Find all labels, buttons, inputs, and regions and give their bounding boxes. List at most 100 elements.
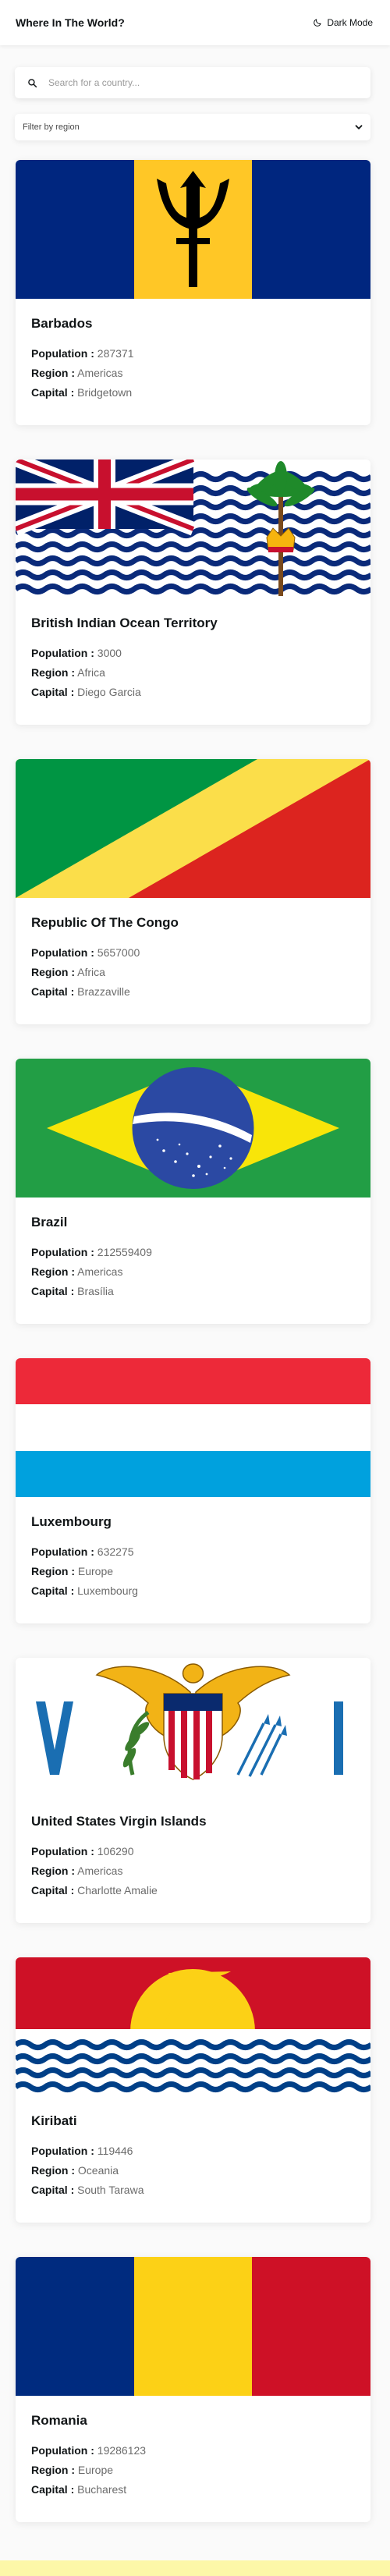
country-name: United States Virgin Islands <box>31 1814 207 1829</box>
region-value: Oceania <box>77 2164 119 2177</box>
capital-row: Capital : Bucharest <box>31 2480 355 2500</box>
region-row: Region : Africa <box>31 663 355 683</box>
population-label: Population : <box>31 1545 94 1559</box>
region-value: Africa <box>77 966 105 979</box>
country-info: Brazil Population : 212559409 Region : Ame… <box>16 1198 370 1301</box>
population-label: Population : <box>31 1246 94 1259</box>
capital-row: Capital : Diego Garcia <box>31 683 355 702</box>
country-card[interactable]: British Indian Ocean Territory Population… <box>16 459 370 725</box>
country-card[interactable]: United States Virgin Islands Population :… <box>16 1658 370 1923</box>
population-row: Population : 287371 <box>31 344 355 364</box>
population-label: Population : <box>31 647 94 660</box>
country-info: Luxembourg Population : 632275 Region : Eu… <box>16 1497 370 1601</box>
population-value: 5657000 <box>97 946 140 960</box>
country-info: Romania Population : 19286123 Region : Eur… <box>16 2396 370 2500</box>
country-info: Barbados Population : 287371 Region : Amer… <box>16 299 370 403</box>
capital-label: Capital : <box>31 2184 75 2197</box>
population-row: Population : 19286123 <box>31 2441 355 2461</box>
capital-value: Diego Garcia <box>77 686 141 699</box>
region-value: Americas <box>77 1865 123 1878</box>
country-card[interactable]: Kiribati Population : 119446 Region : Ocea… <box>16 1957 370 2223</box>
capital-value: Brazzaville <box>77 985 130 999</box>
region-row: Region : Europe <box>31 1562 355 1581</box>
country-card[interactable]: Republic Of The Congo Population : 565700… <box>16 759 370 1024</box>
region-label: Region : <box>31 1565 75 1578</box>
country-info: United States Virgin Islands Population :… <box>16 1797 370 1900</box>
country-name: Luxembourg <box>31 1514 112 1529</box>
region-row: Region : Oceania <box>31 2161 355 2180</box>
app-title: Where In The World? <box>16 16 125 29</box>
usvi-flag-image <box>16 1658 370 1797</box>
population-row: Population : 212559409 <box>31 1243 355 1262</box>
population-value: 119446 <box>97 2145 133 2158</box>
kiribati-flag-image <box>16 1957 370 2096</box>
capital-row: Capital : Bridgetown <box>31 383 355 403</box>
country-info: Republic Of The Congo Population : 565700… <box>16 898 370 1002</box>
region-label: Region : <box>31 2464 75 2477</box>
region-row: Region : Americas <box>31 1262 355 1282</box>
capital-label: Capital : <box>31 1285 75 1298</box>
population-row: Population : 119446 <box>31 2141 355 2161</box>
country-info: British Indian Ocean Territory Population… <box>16 598 370 702</box>
chevron-down-icon <box>355 125 363 130</box>
population-value: 19286123 <box>97 2444 147 2457</box>
luxembourg-flag-image <box>16 1358 370 1497</box>
country-name: British Indian Ocean Territory <box>31 616 218 630</box>
population-value: 212559409 <box>97 1246 152 1259</box>
capital-row: Capital : Luxembourg <box>31 1581 355 1601</box>
search-input[interactable] <box>48 77 358 88</box>
population-value: 287371 <box>97 347 134 360</box>
capital-row: Capital : Brazzaville <box>31 982 355 1002</box>
congo-flag-image <box>16 759 370 898</box>
capital-value: Bucharest <box>77 2483 127 2496</box>
population-row: Population : 632275 <box>31 1542 355 1562</box>
search-icon <box>28 78 37 87</box>
region-value: Americas <box>77 367 123 380</box>
barbados-flag-image <box>16 160 370 299</box>
region-filter-select[interactable]: Filter by region <box>15 114 370 140</box>
romania-flag-image <box>16 2257 370 2396</box>
country-card[interactable]: Barbados Population : 287371 Region : Amer… <box>16 160 370 425</box>
region-row: Region : Americas <box>31 1861 355 1881</box>
region-value: Africa <box>77 666 105 679</box>
region-value: Europe <box>77 1565 114 1578</box>
dark-mode-label: Dark Mode <box>327 17 373 28</box>
dark-mode-toggle[interactable]: Dark Mode <box>313 17 373 28</box>
region-row: Region : Americas <box>31 364 355 383</box>
population-value: 632275 <box>97 1545 134 1559</box>
population-label: Population : <box>31 946 94 960</box>
capital-label: Capital : <box>31 985 75 999</box>
region-label: Region : <box>31 666 75 679</box>
region-filter-label: Filter by region <box>23 122 80 132</box>
country-info: Kiribati Population : 119446 Region : Ocea… <box>16 2096 370 2200</box>
region-label: Region : <box>31 367 75 380</box>
app-header: Where In The World? Dark Mode <box>0 0 390 45</box>
population-value: 3000 <box>97 647 122 660</box>
capital-label: Capital : <box>31 386 75 399</box>
region-label: Region : <box>31 2164 75 2177</box>
capital-value: Brasília <box>77 1285 114 1298</box>
population-label: Population : <box>31 347 94 360</box>
region-label: Region : <box>31 1265 75 1279</box>
region-label: Region : <box>31 966 75 979</box>
biot-flag-image <box>16 459 370 598</box>
capital-row: Capital : Brasília <box>31 1282 355 1301</box>
brazil-flag-image <box>16 1059 370 1198</box>
country-name: Barbados <box>31 316 93 331</box>
moon-icon <box>314 19 321 27</box>
region-row: Region : Africa <box>31 963 355 982</box>
capital-label: Capital : <box>31 686 75 699</box>
capital-value: Charlotte Amalie <box>77 1884 158 1897</box>
country-name: Kiribati <box>31 2113 77 2128</box>
country-name: Brazil <box>31 1215 68 1229</box>
population-row: Population : 3000 <box>31 644 355 663</box>
capital-value: Luxembourg <box>77 1584 138 1598</box>
country-card[interactable]: Luxembourg Population : 632275 Region : Eu… <box>16 1358 370 1623</box>
capital-value: South Tarawa <box>77 2184 144 2197</box>
capital-row: Capital : South Tarawa <box>31 2180 355 2200</box>
country-card[interactable]: Brazil Population : 212559409 Region : Ame… <box>16 1059 370 1324</box>
country-card[interactable]: Romania Population : 19286123 Region : Eur… <box>16 2257 370 2522</box>
population-label: Population : <box>31 2145 94 2158</box>
footer-strip <box>0 2560 390 2576</box>
region-label: Region : <box>31 1865 75 1878</box>
